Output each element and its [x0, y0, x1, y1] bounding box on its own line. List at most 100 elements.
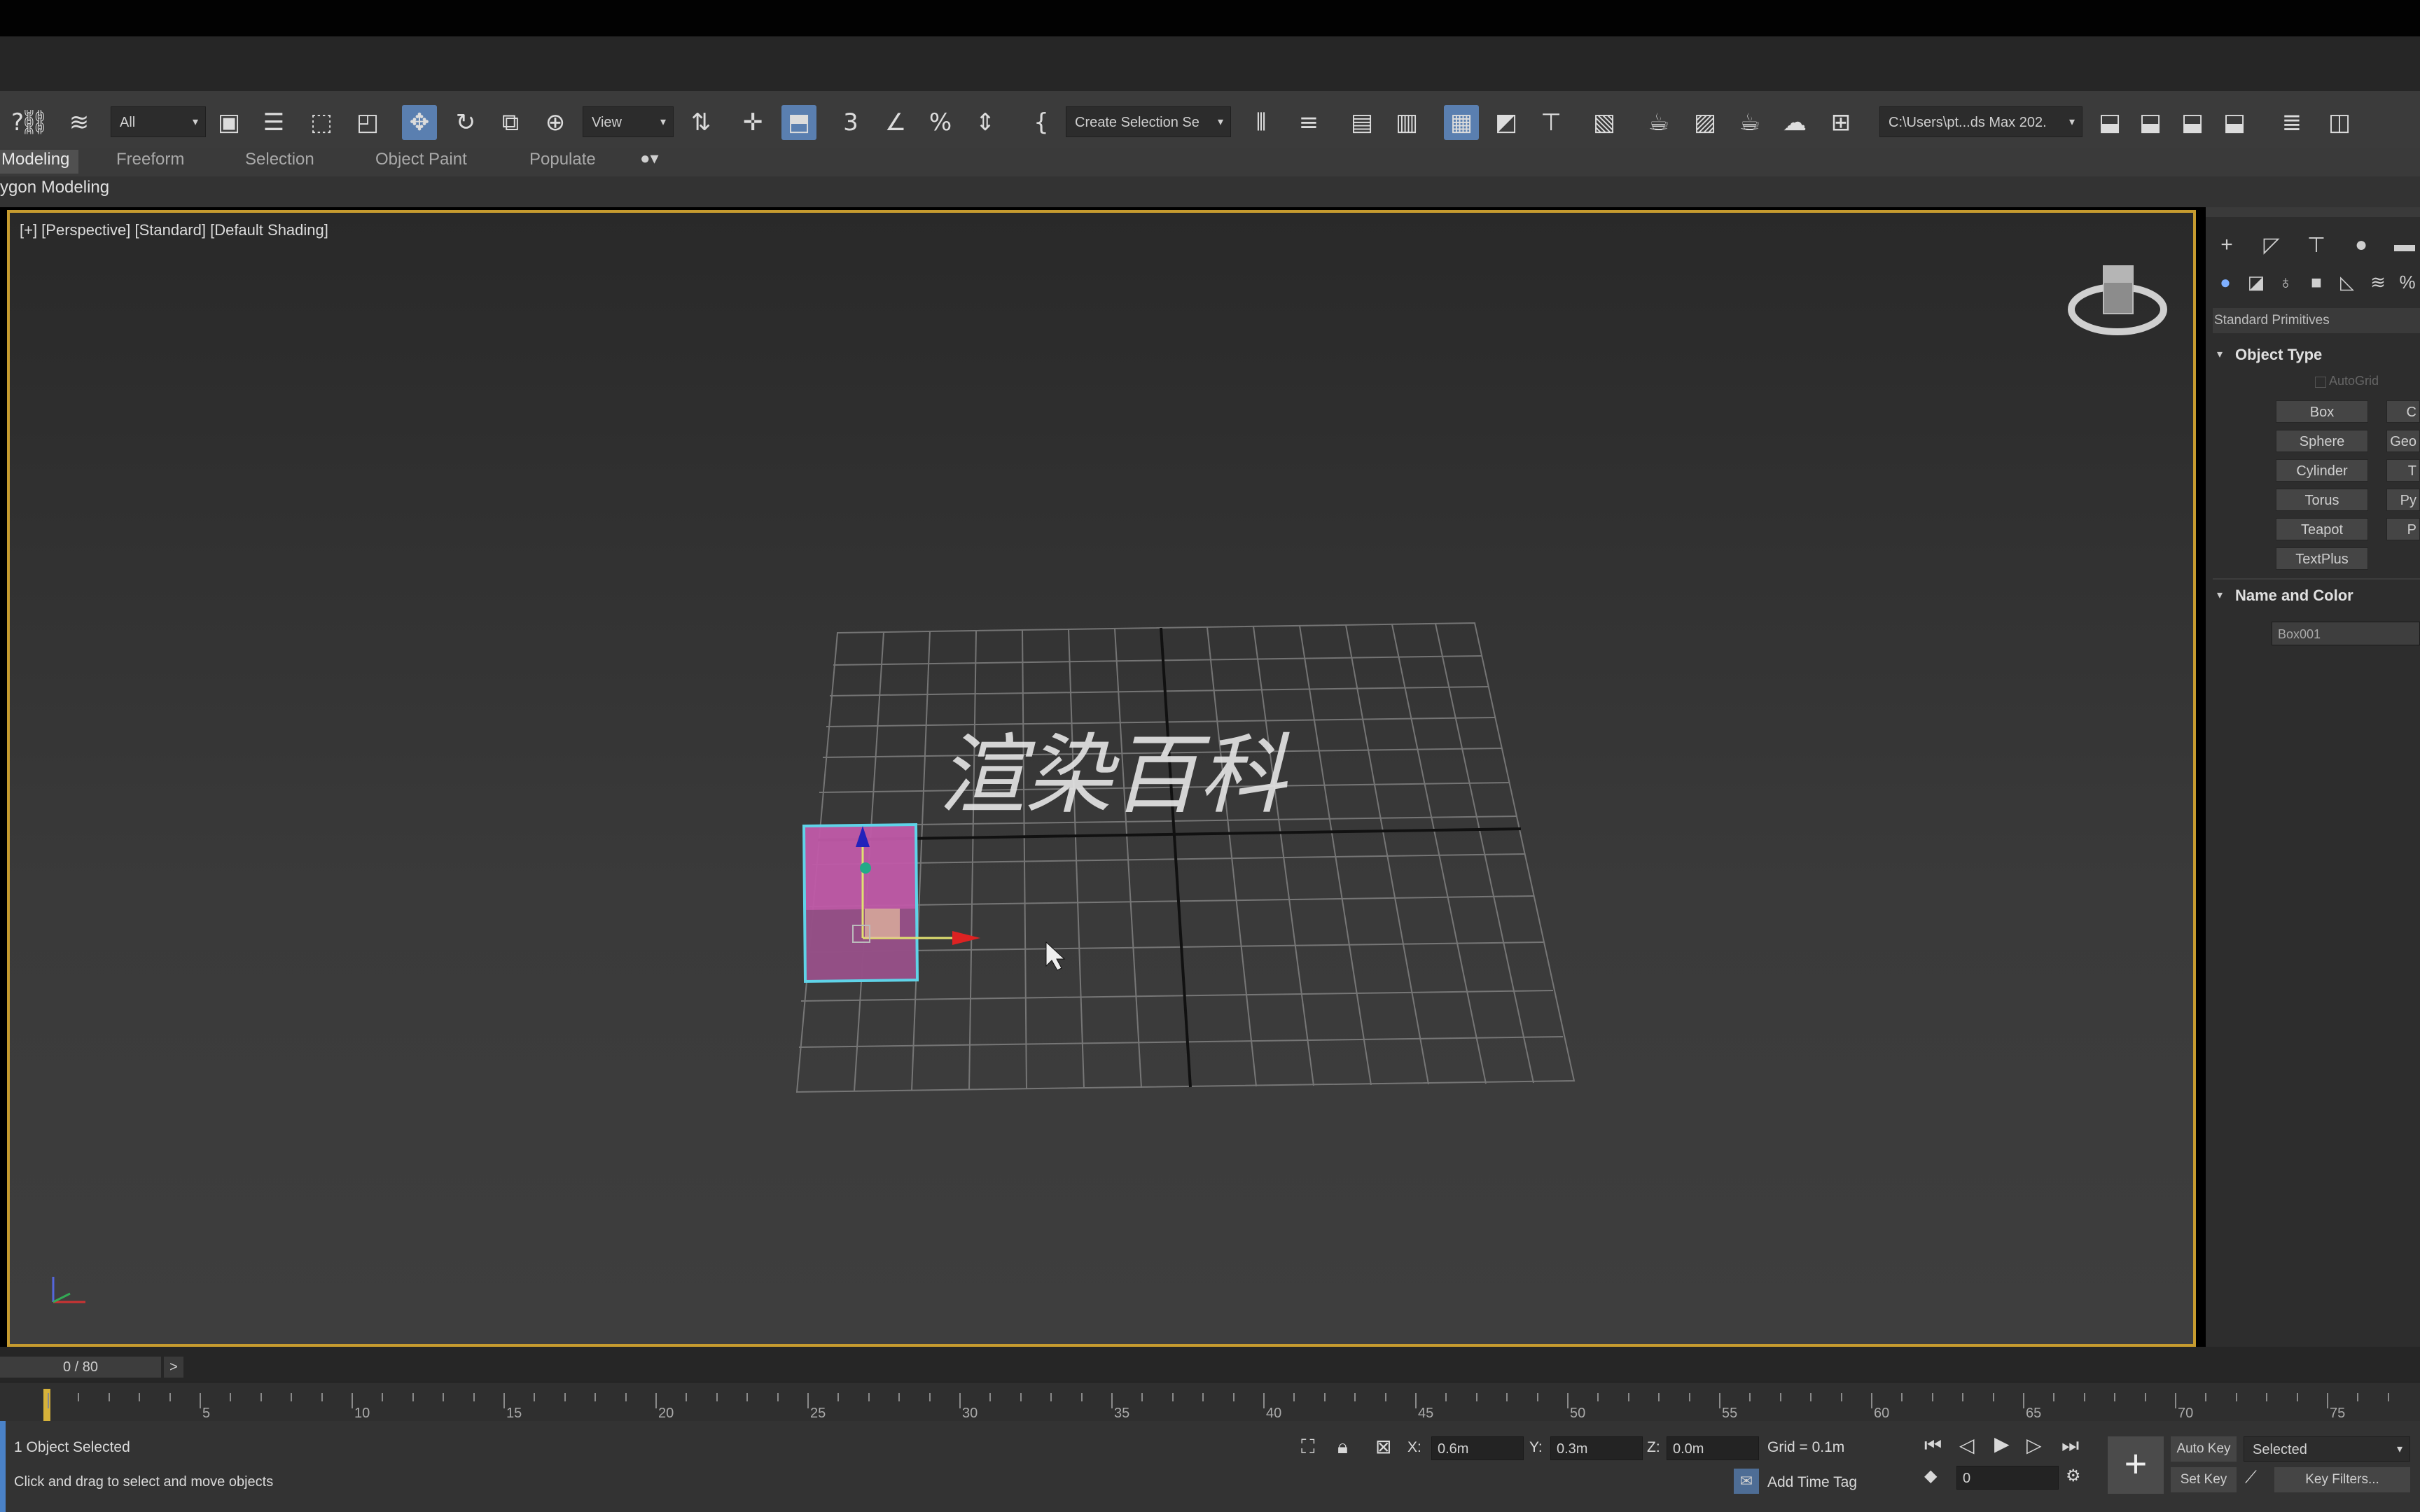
render-setup-icon[interactable]: ☕	[1641, 105, 1676, 140]
schematic-view-icon[interactable]: ⊤	[1534, 105, 1569, 140]
link-icon[interactable]: ⛓	[17, 105, 52, 140]
toolbar-stack-icon[interactable]: ◫	[2322, 105, 2357, 140]
set-project-icon[interactable]: ⬓	[2133, 105, 2168, 140]
cylinder-button[interactable]: Cylinder	[2276, 459, 2368, 482]
isolate-selection-icon[interactable]: ⛶	[1301, 1435, 1315, 1459]
y-coord-field[interactable]: 0.3m	[1550, 1436, 1643, 1460]
tab-selection[interactable]: Selection	[245, 150, 314, 169]
rollout-collapse-icon[interactable]: ▾	[2217, 347, 2223, 361]
ribbon-options-icon[interactable]: ●▾	[640, 148, 659, 169]
systems-category-icon[interactable]: %	[2395, 270, 2420, 295]
open-project-icon[interactable]: ⬓	[2092, 105, 2127, 140]
select-by-name-icon[interactable]: ☰	[256, 105, 291, 140]
spinner-snap-icon[interactable]: ⇕	[968, 105, 1003, 140]
cone-button[interactable]: C	[2386, 400, 2420, 423]
render-production-icon[interactable]: ☕	[1732, 105, 1767, 140]
tube-button[interactable]: T	[2386, 459, 2420, 482]
cameras-category-icon[interactable]: ■	[2304, 270, 2329, 295]
plane-button[interactable]: P	[2386, 518, 2420, 540]
shapes-category-icon[interactable]: ◪	[2244, 270, 2269, 295]
bind-spacewarp-icon[interactable]: ≋	[62, 105, 97, 140]
reference-coordinate-dropdown[interactable]: View ▾	[583, 106, 674, 137]
name-and-color-header[interactable]: Name and Color	[2235, 587, 2353, 605]
textplus-button[interactable]: TextPlus	[2276, 547, 2368, 570]
select-and-rotate-icon[interactable]: ↻	[448, 105, 483, 140]
autogrid-checkbox[interactable]	[2315, 377, 2326, 388]
percent-snap-icon[interactable]: %	[923, 105, 958, 140]
render-online-icon[interactable]: ☁	[1777, 105, 1812, 140]
modify-tab-icon[interactable]: ◸	[2258, 231, 2286, 259]
mirror-icon[interactable]: ⫴	[1244, 105, 1279, 140]
hierarchy-tab-icon[interactable]: ⊤	[2302, 231, 2330, 259]
project-folder-icon[interactable]: ⬓	[2175, 105, 2210, 140]
key-selection-dropdown[interactable]: Selected ▾	[2244, 1436, 2410, 1462]
selection-filter-dropdown[interactable]: All ▾	[111, 106, 206, 137]
angle-snap-icon[interactable]: ∠	[878, 105, 913, 140]
project-settings-icon[interactable]: ⬓	[2217, 105, 2252, 140]
sphere-button[interactable]: Sphere	[2276, 430, 2368, 452]
key-mode-toggle-icon[interactable]: ◆	[1924, 1466, 1937, 1485]
x-coord-field[interactable]: 0.6m	[1431, 1436, 1524, 1460]
add-time-tag[interactable]: Add Time Tag	[1767, 1474, 1857, 1491]
tab-populate[interactable]: Populate	[529, 150, 596, 169]
tab-modeling[interactable]: Modeling	[1, 150, 69, 169]
helpers-category-icon[interactable]: ◺	[2335, 270, 2360, 295]
tab-freeform[interactable]: Freeform	[116, 150, 184, 169]
toggle-ribbon-icon[interactable]: ▦	[1444, 105, 1479, 140]
z-coord-field[interactable]: 0.0m	[1667, 1436, 1759, 1460]
select-and-move-icon[interactable]: ✥	[402, 105, 437, 140]
motion-tab-icon[interactable]: ●	[2347, 231, 2375, 259]
window-crossing-icon[interactable]: ◰	[350, 105, 385, 140]
rendered-frame-window-icon[interactable]: ▨	[1688, 105, 1723, 140]
edit-named-selection-icon[interactable]: {	[1024, 105, 1059, 140]
select-and-place-icon[interactable]: ⊕	[538, 105, 573, 140]
select-object-icon[interactable]: ▣	[211, 105, 246, 140]
primitive-category-dropdown[interactable]: Standard Primitives	[2213, 308, 2420, 333]
box-button[interactable]: Box	[2276, 400, 2368, 423]
time-tag-icon[interactable]: ✉	[1734, 1469, 1759, 1494]
select-and-scale-icon[interactable]: ⧉	[493, 105, 528, 140]
project-path-dropdown[interactable]: C:\Users\pt...ds Max 202. ▾	[1879, 106, 2082, 137]
go-to-end-icon[interactable]: ⏭	[2061, 1434, 2079, 1457]
spacewarps-category-icon[interactable]: ≋	[2365, 270, 2391, 295]
curve-editor-icon[interactable]: ◩	[1489, 105, 1524, 140]
rectangular-selection-icon[interactable]: ⬚	[304, 105, 339, 140]
pyramid-button[interactable]: Py	[2386, 489, 2420, 511]
named-selection-dropdown[interactable]: Create Selection Se ▾	[1066, 106, 1231, 137]
layer-explorer-icon[interactable]: ▥	[1389, 105, 1424, 140]
display-tab-icon[interactable]: ▬	[2391, 231, 2419, 259]
next-frame-icon[interactable]: ▷	[2026, 1434, 2042, 1457]
play-icon[interactable]: ▶	[1994, 1432, 2010, 1455]
tab-object-paint[interactable]: Object Paint	[375, 150, 467, 169]
time-configuration-icon[interactable]: ⚙	[2066, 1466, 2081, 1485]
align-icon[interactable]: ≡	[1291, 105, 1326, 140]
torus-button[interactable]: Torus	[2276, 489, 2368, 511]
teapot-button[interactable]: Teapot	[2276, 518, 2368, 540]
time-slider-handle[interactable]: 0 / 80	[0, 1357, 161, 1378]
auto-key-button[interactable]: Auto Key	[2171, 1436, 2237, 1462]
render-iterative-icon[interactable]: ⊞	[1823, 105, 1858, 140]
key-tangent-icon[interactable]: ⟋	[2245, 1467, 2257, 1487]
maxscript-listener-strip[interactable]	[0, 1421, 6, 1512]
set-key-button[interactable]: Set Key	[2171, 1467, 2237, 1492]
keyboard-shortcut-toggle-icon[interactable]: ⬒	[781, 105, 816, 140]
absolute-mode-icon[interactable]: ⊠	[1375, 1435, 1391, 1458]
scene-explorer-icon[interactable]: ▤	[1344, 105, 1379, 140]
object-name-field[interactable]: Box001	[2272, 622, 2420, 645]
lights-category-icon[interactable]: ♁	[2273, 270, 2298, 295]
material-editor-icon[interactable]: ▧	[1587, 105, 1622, 140]
set-keys-button[interactable]: +	[2108, 1436, 2164, 1494]
snaps-toggle-icon[interactable]: 3	[833, 105, 868, 140]
current-frame-field[interactable]: 0	[1956, 1466, 2059, 1490]
selection-lock-icon[interactable]: 🔒︎	[1337, 1435, 1348, 1459]
pivot-center-icon[interactable]: ⇅	[683, 105, 718, 140]
rollout-collapse-icon[interactable]: ▾	[2217, 588, 2223, 602]
ribbon-subtitle[interactable]: ygon Modeling	[0, 178, 109, 197]
next-frame-arrow-icon[interactable]: >	[164, 1357, 183, 1378]
toolbar-layers-icon[interactable]: ≣	[2274, 105, 2309, 140]
previous-frame-icon[interactable]: ◁	[1959, 1434, 1975, 1457]
select-manipulate-icon[interactable]: ✛	[735, 105, 770, 140]
key-filters-button[interactable]: Key Filters...	[2274, 1467, 2410, 1492]
create-tab-icon[interactable]: +	[2213, 231, 2241, 259]
geometry-category-icon[interactable]: ●	[2213, 270, 2238, 295]
